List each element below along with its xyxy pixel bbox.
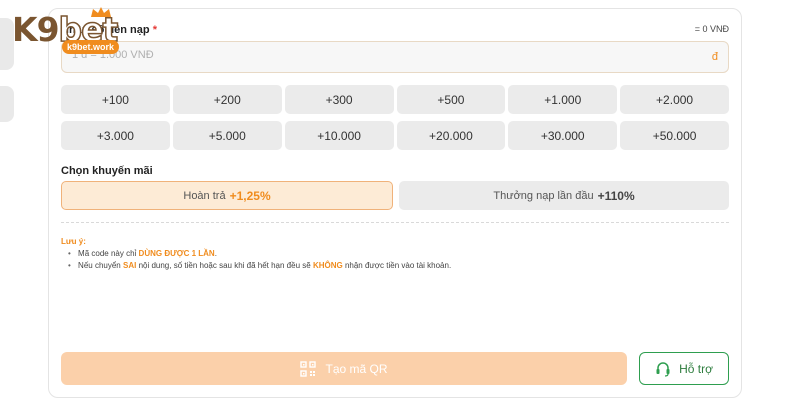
promotion-option-percent: +110% xyxy=(597,188,635,203)
generate-qr-label: Tạo mã QR xyxy=(325,361,388,376)
promotion-option-label: Hoàn trả xyxy=(183,189,226,202)
note-highlight: DÙNG ĐƯỢC 1 LẦN xyxy=(138,249,215,258)
quick-amount-button[interactable]: +10.000 xyxy=(284,121,394,150)
currency-symbol: đ xyxy=(711,51,718,63)
promotion-options: Hoàn trả +1,25% Thưởng nạp lần đầu +110% xyxy=(61,181,729,210)
generate-qr-button[interactable]: Tạo mã QR xyxy=(61,352,627,385)
quick-amount-button[interactable]: +30.000 xyxy=(508,121,618,150)
quick-amount-button[interactable]: +300 xyxy=(284,85,394,114)
quick-amount-grid: +100 +200 +300 +500 +1.000 +2.000 +3.000… xyxy=(61,85,729,150)
logo-domain-badge: k9bet.work xyxy=(62,40,120,54)
quick-amount-button[interactable]: +100 xyxy=(61,85,170,114)
brand-logo: K9bet k9bet.work xyxy=(12,7,122,56)
promotion-option-cashback[interactable]: Hoàn trả +1,25% xyxy=(61,181,393,210)
quick-amount-button[interactable]: +50.000 xyxy=(620,121,729,150)
support-button[interactable]: Hỗ trợ xyxy=(639,352,729,385)
promotion-option-percent: +1,25% xyxy=(229,188,271,203)
section-divider xyxy=(61,222,729,223)
amount-equivalent: = 0 VNĐ xyxy=(694,24,729,34)
notes: Lưu ý: Mã code này chỉ DÙNG ĐƯỢC 1 LẦN. … xyxy=(61,236,451,272)
logo-text-main: K9 xyxy=(12,10,60,49)
headset-icon xyxy=(656,361,670,377)
required-mark: * xyxy=(152,24,157,36)
promotion-title: Chọn khuyến mãi xyxy=(61,165,153,177)
notes-title: Lưu ý: xyxy=(61,237,86,246)
quick-amount-button[interactable]: +500 xyxy=(396,85,506,114)
promotion-option-first-deposit[interactable]: Thưởng nạp lần đầu +110% xyxy=(399,181,729,210)
quick-amount-button[interactable]: +5.000 xyxy=(172,121,282,150)
note-item: Mã code này chỉ DÙNG ĐƯỢC 1 LẦN. xyxy=(68,248,451,260)
quick-amount-button[interactable]: +2.000 xyxy=(620,85,729,114)
amount-input[interactable] xyxy=(72,49,672,61)
quick-amount-button[interactable]: +200 xyxy=(172,85,282,114)
note-highlight: SAI xyxy=(122,261,137,270)
support-label: Hỗ trợ xyxy=(679,361,713,376)
quick-amount-button[interactable]: +1.000 xyxy=(508,85,618,114)
left-decoration-bottom xyxy=(0,86,14,122)
quick-amount-button[interactable]: +3.000 xyxy=(61,121,170,150)
crown-icon xyxy=(91,7,111,17)
note-item: Nếu chuyển SAI nội dung, số tiền hoặc sa… xyxy=(68,260,451,272)
promotion-option-label: Thưởng nạp lần đầu xyxy=(493,189,594,202)
quick-amount-button[interactable]: +20.000 xyxy=(396,121,506,150)
amount-input-box[interactable]: đ xyxy=(61,41,729,73)
qr-code-icon xyxy=(300,360,317,377)
note-highlight: KHÔNG xyxy=(312,261,343,270)
